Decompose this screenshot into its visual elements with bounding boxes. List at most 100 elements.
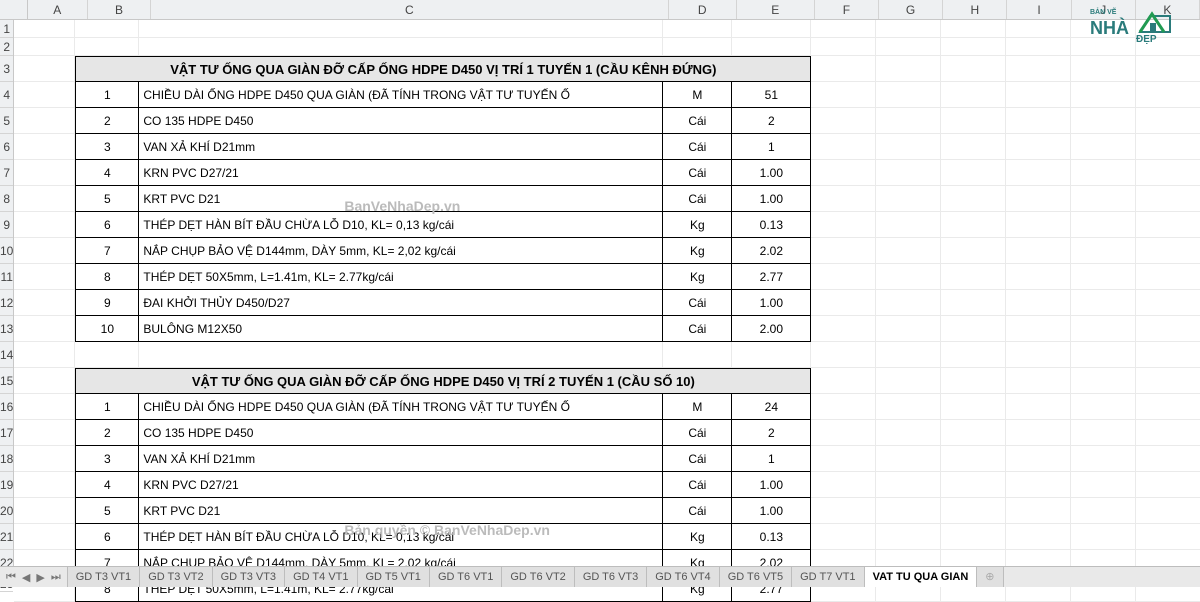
row-qty[interactable]: 1.00	[732, 498, 811, 524]
row-number[interactable]: 5	[75, 498, 139, 524]
row-desc[interactable]: KRT PVC D21	[139, 498, 663, 524]
row-qty[interactable]: 1	[732, 134, 811, 160]
row-unit[interactable]: M	[663, 394, 732, 420]
row-qty[interactable]: 2.77	[732, 264, 811, 290]
row-number[interactable]: 2	[75, 108, 139, 134]
sheet-tab[interactable]: GD T5 VT1	[358, 567, 430, 587]
row-number[interactable]: 10	[75, 316, 139, 342]
row-qty[interactable]: 2.02	[732, 238, 811, 264]
row-number[interactable]: 2	[75, 420, 139, 446]
row-number[interactable]: 4	[75, 160, 139, 186]
row-number[interactable]: 3	[75, 446, 139, 472]
row-unit[interactable]: Cái	[663, 498, 732, 524]
sheet-tab[interactable]: GD T3 VT3	[213, 567, 285, 587]
sheet-tab[interactable]: GD T6 VT2	[502, 567, 574, 587]
row-number[interactable]: 4	[75, 472, 139, 498]
sheet-tab[interactable]: GD T6 VT1	[430, 567, 502, 587]
row-desc[interactable]: ĐAI KHỞI THỦY D450/D27	[139, 290, 663, 316]
row-12[interactable]: 12	[0, 290, 13, 316]
sheet-tab[interactable]: GD T3 VT1	[68, 567, 140, 587]
spreadsheet-grid[interactable]: BanVeNhaDep.vn Bản quyền © BanVeNhaDep.v…	[14, 20, 1200, 566]
row-qty[interactable]: 0.13	[732, 524, 811, 550]
row-number[interactable]: 6	[75, 212, 139, 238]
row-desc[interactable]: NẮP CHỤP BẢO VỆ D144mm, DÀY 5mm, KL= 2,0…	[139, 238, 663, 264]
row-unit[interactable]: Cái	[663, 472, 732, 498]
row-qty[interactable]: 2.00	[732, 316, 811, 342]
row-1[interactable]: 1	[0, 20, 13, 38]
row-desc[interactable]: THÉP DẸT HÀN BÍT ĐẦU CHỪA LỖ D10, KL= 0,…	[139, 524, 663, 550]
row-17[interactable]: 17	[0, 420, 13, 446]
row-desc[interactable]: THÉP DẸT HÀN BÍT ĐẦU CHỪA LỖ D10, KL= 0,…	[139, 212, 663, 238]
row-unit[interactable]: Cái	[663, 446, 732, 472]
row-qty[interactable]: 1.00	[732, 186, 811, 212]
row-unit[interactable]: Cái	[663, 108, 732, 134]
row-unit[interactable]: Cái	[663, 160, 732, 186]
row-unit[interactable]: Cái	[663, 316, 732, 342]
col-A[interactable]: A	[28, 0, 88, 19]
row-qty[interactable]: 24	[732, 394, 811, 420]
sheet-tab[interactable]: GD T7 VT1	[792, 567, 864, 587]
row-qty[interactable]: 51	[732, 82, 811, 108]
row-7[interactable]: 7	[0, 160, 13, 186]
row-9[interactable]: 9	[0, 212, 13, 238]
row-10[interactable]: 10	[0, 238, 13, 264]
row-desc[interactable]: CHIỀU DÀI ỐNG HDPE D450 QUA GIÀN (ĐÃ TÍN…	[139, 394, 663, 420]
sheet-tab[interactable]: GD T6 VT3	[575, 567, 647, 587]
row-13[interactable]: 13	[0, 316, 13, 342]
tab-prev-icon[interactable]: ◀	[20, 571, 32, 584]
col-G[interactable]: G	[879, 0, 943, 19]
col-D[interactable]: D	[669, 0, 737, 19]
row-20[interactable]: 20	[0, 498, 13, 524]
row-qty[interactable]: 2	[732, 108, 811, 134]
row-number[interactable]: 8	[75, 264, 139, 290]
row-19[interactable]: 19	[0, 472, 13, 498]
row-18[interactable]: 18	[0, 446, 13, 472]
row-desc[interactable]: THÉP DẸT 50X5mm, L=1.41m, KL= 2.77kg/cái	[139, 264, 663, 290]
row-unit[interactable]: Cái	[663, 134, 732, 160]
col-E[interactable]: E	[737, 0, 815, 19]
row-number[interactable]: 1	[75, 82, 139, 108]
row-3[interactable]: 3	[0, 56, 13, 82]
select-all-cell[interactable]	[0, 0, 28, 19]
row-number[interactable]: 7	[75, 238, 139, 264]
row-number[interactable]: 6	[75, 524, 139, 550]
row-desc[interactable]: KRT PVC D21	[139, 186, 663, 212]
row-unit[interactable]: Kg	[663, 264, 732, 290]
row-desc[interactable]: KRN PVC D27/21	[139, 472, 663, 498]
sheet-tab[interactable]: GD T6 VT5	[720, 567, 792, 587]
row-unit[interactable]: Kg	[663, 212, 732, 238]
col-C[interactable]: C	[151, 0, 668, 19]
col-B[interactable]: B	[88, 0, 151, 19]
sheet-tab[interactable]: VAT TU QUA GIAN	[865, 567, 978, 587]
row-unit[interactable]: M	[663, 82, 732, 108]
sheet-tab[interactable]: GD T3 VT2	[140, 567, 212, 587]
row-21[interactable]: 21	[0, 524, 13, 550]
tab-next-icon[interactable]: ▶	[34, 571, 46, 584]
col-H[interactable]: H	[943, 0, 1007, 19]
row-desc[interactable]: KRN PVC D27/21	[139, 160, 663, 186]
row-qty[interactable]: 1.00	[732, 472, 811, 498]
row-unit[interactable]: Kg	[663, 524, 732, 550]
row-8[interactable]: 8	[0, 186, 13, 212]
row-desc[interactable]: VAN XẢ KHÍ D21mm	[139, 446, 663, 472]
row-qty[interactable]: 1.00	[732, 290, 811, 316]
new-sheet-icon[interactable]: ⊕	[977, 567, 1003, 587]
row-qty[interactable]: 2	[732, 420, 811, 446]
row-16[interactable]: 16	[0, 394, 13, 420]
tab-first-icon[interactable]: ⏮	[4, 571, 18, 584]
row-qty[interactable]: 1.00	[732, 160, 811, 186]
row-4[interactable]: 4	[0, 82, 13, 108]
row-14[interactable]: 14	[0, 342, 13, 368]
row-desc[interactable]: CO 135 HDPE D450	[139, 108, 663, 134]
row-desc[interactable]: VAN XẢ KHÍ D21mm	[139, 134, 663, 160]
row-15[interactable]: 15	[0, 368, 13, 394]
sheet-tab[interactable]: GD T4 VT1	[285, 567, 357, 587]
sheet-tab[interactable]: GD T6 VT4	[647, 567, 719, 587]
row-11[interactable]: 11	[0, 264, 13, 290]
row-unit[interactable]: Cái	[663, 186, 732, 212]
row-6[interactable]: 6	[0, 134, 13, 160]
row-number[interactable]: 1	[75, 394, 139, 420]
tab-last-icon[interactable]: ⏭	[49, 571, 63, 584]
row-desc[interactable]: BULÔNG M12X50	[139, 316, 663, 342]
row-qty[interactable]: 0.13	[732, 212, 811, 238]
